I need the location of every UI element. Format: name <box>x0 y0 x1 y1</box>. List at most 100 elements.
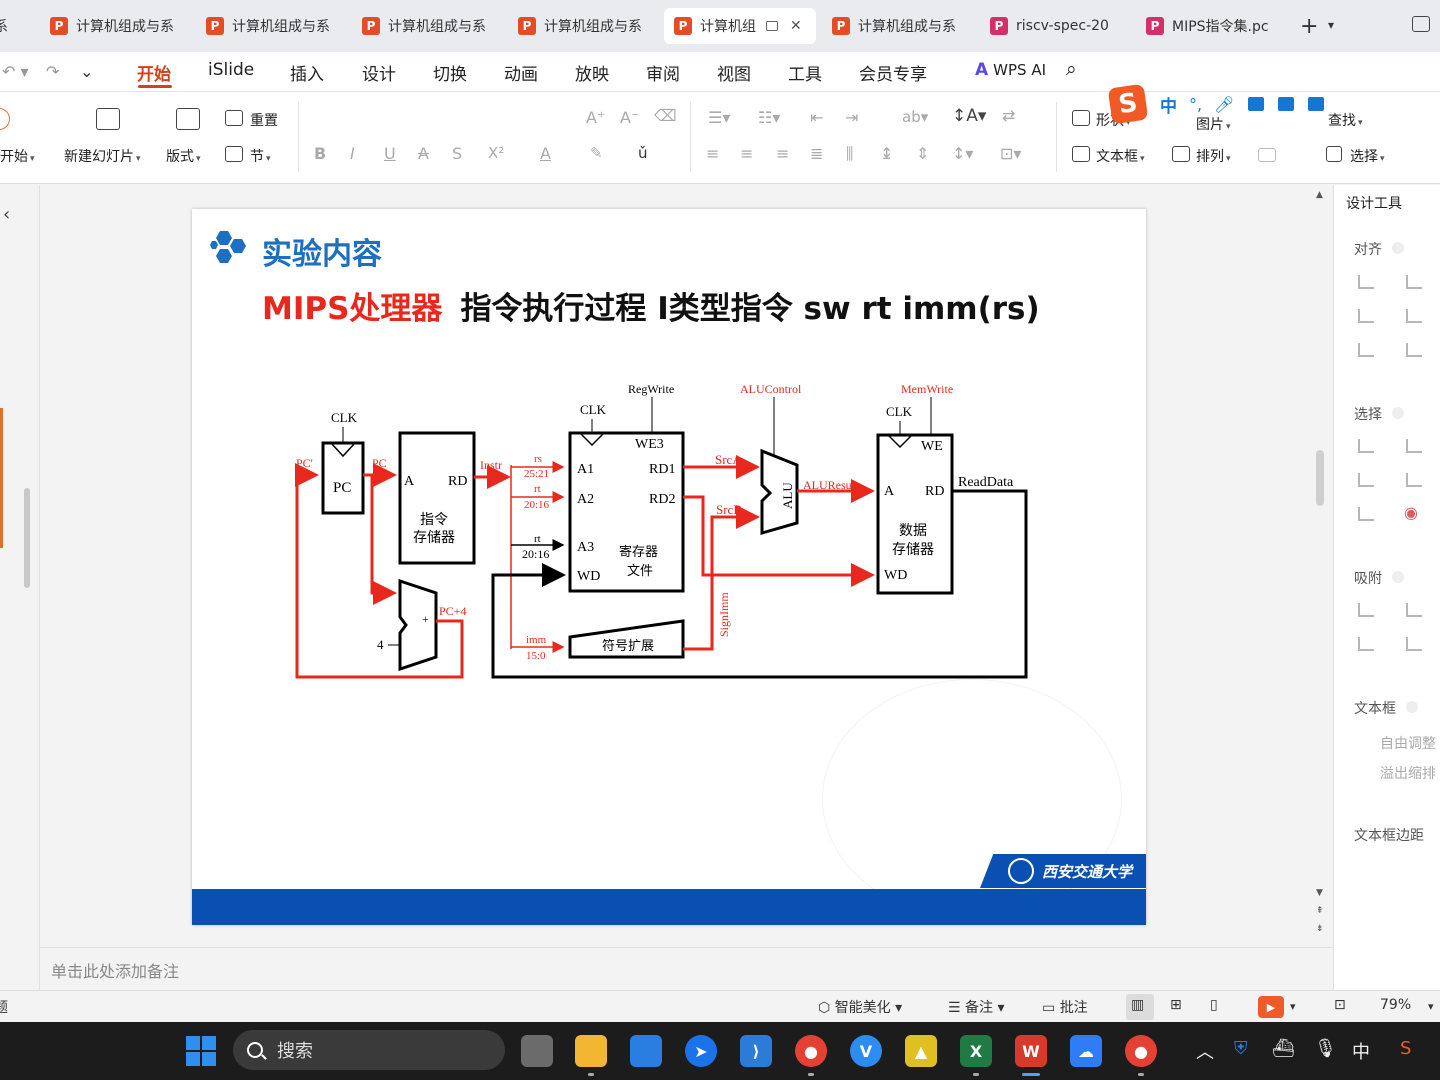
feishu-icon[interactable]: ➤ <box>685 1035 717 1067</box>
undo-icon[interactable]: ↶ ▾ <box>2 62 29 81</box>
select-all-icon[interactable] <box>1358 439 1374 453</box>
vivado-icon[interactable]: ▲ <box>905 1035 937 1067</box>
arrange-icon[interactable] <box>1172 146 1190 162</box>
text-direction-icon[interactable]: ⊡▾ <box>1000 144 1021 163</box>
menu-insert[interactable]: 插入 <box>290 60 324 85</box>
textbox-button[interactable]: 文本框 ▾ <box>1096 146 1145 166</box>
distribute-h-icon[interactable] <box>1358 343 1374 357</box>
microsoft-store-icon[interactable] <box>630 1035 662 1067</box>
bullet-list-icon[interactable]: ☰▾ <box>708 108 730 127</box>
arrange-button[interactable]: 排列 ▾ <box>1196 146 1231 166</box>
notes-toggle-button[interactable]: ☰ 备注 ▾ <box>948 997 1005 1017</box>
vivaldi-icon[interactable]: V <box>850 1035 882 1067</box>
file-explorer-icon[interactable] <box>575 1035 607 1067</box>
help-icon[interactable] <box>1392 407 1404 419</box>
align-center-icon[interactable]: ≡ <box>740 144 753 163</box>
text-effects-icon[interactable]: ab▾ <box>902 108 928 126</box>
menu-member[interactable]: 会员专享 <box>859 60 927 85</box>
ime-punct-icon[interactable]: °, <box>1189 95 1202 114</box>
menu-design[interactable]: 设计 <box>362 60 396 85</box>
layout-icon[interactable] <box>176 108 200 130</box>
tab-document-pdf-2[interactable]: P MIPS指令集.pc <box>1136 8 1284 44</box>
new-slide-icon[interactable] <box>96 108 120 130</box>
convert-icon[interactable]: ⇄ <box>1002 106 1015 125</box>
help-icon[interactable] <box>1392 242 1404 254</box>
start-from-button[interactable]: 开始 ▾ <box>0 146 35 166</box>
select-similar-icon[interactable] <box>1406 439 1422 453</box>
reading-view-icon[interactable]: ▯ <box>1210 997 1218 1013</box>
number-list-icon[interactable]: ☷▾ <box>758 108 780 127</box>
defender-shield-icon[interactable]: ⛨ <box>1234 1038 1248 1059</box>
play-start-icon[interactable] <box>0 108 10 130</box>
snap-right-icon[interactable] <box>1406 603 1422 617</box>
ime-keyboard-icon[interactable] <box>1248 97 1265 111</box>
fill-icon[interactable] <box>1258 148 1276 162</box>
select-icon[interactable] <box>1326 146 1342 162</box>
wps-ai-button[interactable]: A WPS AI <box>975 60 1046 80</box>
textbox-icon[interactable] <box>1072 146 1090 162</box>
normal-view-icon[interactable]: ▥ <box>1131 997 1144 1013</box>
task-view-icon[interactable] <box>521 1035 553 1067</box>
slide-canvas[interactable]: 实验内容 MIPS处理器 指令执行过程 I类型指令 sw rt imm(rs) C… <box>192 209 1146 925</box>
excel-icon[interactable]: X <box>960 1035 992 1067</box>
font-color-button[interactable]: A <box>540 144 551 163</box>
shrink-font-icon[interactable]: A⁻ <box>620 108 639 127</box>
zoom-level[interactable]: 79% <box>1380 997 1411 1013</box>
docker-icon[interactable]: ⛴ <box>1272 1038 1295 1059</box>
next-slide-icon[interactable]: ⇟ <box>1316 924 1324 934</box>
ime-mic-icon[interactable]: 🎤︎ <box>1214 95 1234 114</box>
scroll-down-arrow-icon[interactable]: ▼ <box>1316 888 1323 898</box>
notes-pane[interactable]: 单击此处添加备注 <box>40 947 1333 990</box>
group-icon[interactable] <box>1358 507 1374 521</box>
menu-animation[interactable]: 动画 <box>504 60 538 85</box>
section-icon[interactable] <box>225 146 243 162</box>
align-left-icon[interactable] <box>1358 275 1374 289</box>
align-center-h-icon[interactable] <box>1406 275 1422 289</box>
window-restore-icon[interactable] <box>766 21 778 31</box>
play-slideshow-button[interactable]: ▶ <box>1258 996 1284 1018</box>
superscript-button[interactable]: X² <box>488 144 504 162</box>
line-spacing-icon[interactable]: ↨ <box>880 144 893 163</box>
zoom-menu-chevron-icon[interactable]: ▾ <box>1428 1000 1434 1013</box>
scroll-up-arrow-icon[interactable]: ▲ <box>1316 190 1323 200</box>
beautify-button[interactable]: ⬡ 智能美化 ▾ <box>818 997 902 1017</box>
menu-slideshow[interactable]: 放映 <box>575 60 609 85</box>
select-button[interactable]: 选择 ▾ <box>1350 146 1385 166</box>
menu-islide[interactable]: iSlide <box>208 60 254 80</box>
expand-pane-chevron-icon[interactable]: ‹ <box>3 204 10 225</box>
redo-icon[interactable]: ↷ <box>46 62 59 81</box>
baidu-netdisk-icon[interactable]: ☁ <box>1070 1035 1102 1067</box>
tab-document-2[interactable]: P 计算机组成与系 <box>196 8 344 44</box>
reset-icon[interactable] <box>225 110 243 126</box>
menu-tools[interactable]: 工具 <box>788 60 822 85</box>
textbox-margin-option[interactable]: 文本框边距 <box>1354 825 1424 845</box>
shape-icon[interactable] <box>1072 110 1090 126</box>
snap-bottom-icon[interactable] <box>1406 637 1422 651</box>
tab-document-active[interactable]: P 计算机组 ✕ <box>664 8 816 44</box>
sort-icon[interactable]: ↕A▾ <box>952 106 986 126</box>
bold-button[interactable]: B <box>314 144 326 163</box>
mips-datapath-diagram[interactable]: CLK PC PC' PC A RD 指令 存储器 Instr + 4 PC+4 <box>192 209 1146 925</box>
menu-review[interactable]: 审阅 <box>646 60 680 85</box>
grow-font-icon[interactable]: A⁺ <box>586 108 605 127</box>
help-icon[interactable] <box>1392 571 1404 583</box>
align-right-icon[interactable]: ≡ <box>776 144 789 163</box>
comment-button[interactable]: ▭ 批注 <box>1042 997 1088 1017</box>
shadow-button[interactable]: S <box>452 144 462 163</box>
help-icon[interactable] <box>1406 701 1418 713</box>
pc-register[interactable] <box>321 441 365 515</box>
previous-slide-icon[interactable]: ⇞ <box>1316 906 1324 916</box>
slide-sorter-icon[interactable]: ⊞ <box>1170 997 1182 1013</box>
italic-button[interactable]: I <box>350 144 355 163</box>
snap-top-icon[interactable] <box>1358 637 1374 651</box>
outdent-icon[interactable]: ⇤ <box>810 108 823 127</box>
fit-window-icon[interactable]: ⊡ <box>1334 997 1346 1013</box>
visibility-eye-icon[interactable]: ◉ <box>1404 503 1418 522</box>
send-backward-icon[interactable] <box>1406 473 1422 487</box>
more-chevron-icon[interactable]: ⌄ <box>80 62 93 81</box>
thumbnail-scrollbar[interactable] <box>24 488 30 588</box>
spacing-menu-icon[interactable]: ↕▾ <box>952 144 973 163</box>
distribute-v-icon[interactable] <box>1406 343 1422 357</box>
pc-adder[interactable] <box>398 578 438 672</box>
chrome-secondary-icon[interactable]: ● <box>1125 1035 1157 1067</box>
